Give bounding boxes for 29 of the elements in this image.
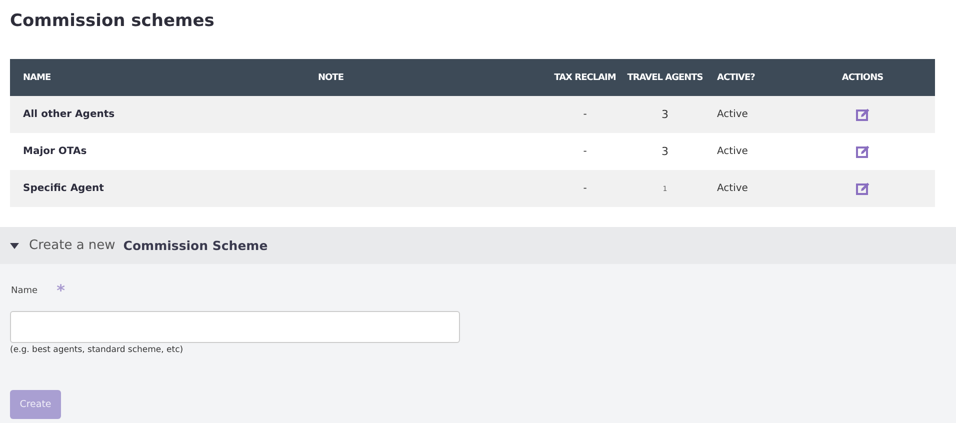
table-cell: 3 — [662, 108, 668, 121]
column-header: ACTIONS — [842, 72, 884, 82]
page-title: Commission schemes — [10, 10, 216, 32]
table-cell: - — [583, 183, 587, 194]
section-title: Commission Scheme — [123, 238, 268, 253]
column-header: NAME — [22, 72, 51, 82]
table-cell-text: Active — [716, 183, 748, 194]
edit-icon[interactable] — [856, 108, 870, 121]
table-cell-text: Active — [716, 146, 748, 157]
table-cell-text: Major OTAs — [22, 146, 87, 157]
table-cell-text: Active — [716, 109, 748, 120]
table-cell-text: All other Agents — [22, 109, 115, 120]
section-header[interactable]: Create a new Commission Scheme — [0, 227, 956, 264]
column-header: NOTE — [317, 72, 344, 82]
column-header: TAX RECLAIM — [554, 72, 616, 82]
column-header: ACTIVE? — [716, 72, 755, 82]
name-field[interactable] — [10, 311, 460, 343]
required-mark: * — [56, 284, 65, 298]
field-label: Name — [10, 286, 38, 296]
column-header: TRAVEL AGENTS — [627, 72, 703, 82]
edit-icon[interactable] — [856, 182, 870, 195]
table-cell: - — [583, 146, 587, 157]
field-hint: (e.g. best agents, standard scheme, etc) — [10, 345, 184, 355]
table-cell-text: Specific Agent — [22, 183, 104, 194]
section-prefix: Create a new — [29, 238, 116, 253]
edit-icon[interactable] — [856, 145, 870, 158]
table-cell: 3 — [662, 145, 668, 158]
caret-icon — [10, 242, 19, 248]
table-cell: - — [583, 109, 587, 120]
